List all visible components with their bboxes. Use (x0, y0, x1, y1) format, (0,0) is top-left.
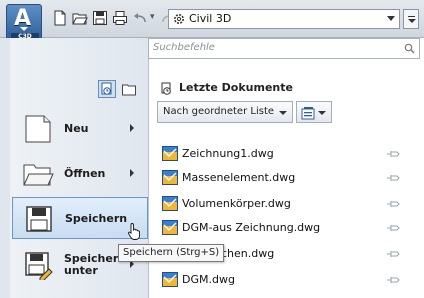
new-icon[interactable] (52, 10, 68, 26)
icons-view-icon (301, 106, 315, 120)
pin-icon[interactable] (386, 274, 400, 284)
application-menu-button[interactable]: A C3D (6, 4, 42, 41)
recent-view-toggle (98, 80, 140, 98)
workspace-label: Civil 3D (189, 12, 232, 25)
chevron-down-icon (279, 111, 287, 115)
sort-order-label: Nach geordneter Liste (163, 106, 275, 117)
recent-documents-toggle[interactable] (98, 80, 116, 98)
chevron-down-icon (408, 19, 416, 23)
tooltip: Speichern (Strg+S) (118, 244, 225, 262)
print-icon[interactable] (112, 10, 128, 26)
menu-item-new[interactable]: Neu (12, 108, 148, 150)
dwg-file-icon (162, 170, 178, 185)
recent-documents-icon (160, 82, 174, 96)
chevron-down-icon (387, 16, 395, 21)
open-documents-toggle[interactable] (120, 80, 138, 98)
recent-documents-title: Letzte Dokumente (179, 81, 293, 94)
save-disk-icon (23, 204, 55, 234)
menu-item-label: Neu (64, 122, 89, 135)
menu-item-label: Speichern unter (64, 252, 127, 277)
recent-file-row[interactable]: DGM-aus Zeichnung.dwg (160, 218, 420, 238)
save-as-icon (22, 250, 54, 282)
save-icon[interactable] (92, 10, 108, 26)
open-icon[interactable] (72, 10, 88, 26)
open-folder-icon (22, 159, 54, 189)
pin-icon[interactable] (386, 172, 400, 182)
recent-file-row[interactable]: DGM.dwg (160, 270, 420, 290)
menu-item-label: Öffnen (64, 167, 106, 180)
gear-icon (172, 12, 186, 26)
dwg-file-icon (162, 146, 178, 161)
pin-icon[interactable] (386, 198, 400, 208)
chevron-down-icon (318, 111, 326, 115)
hand-cursor-icon (128, 223, 141, 240)
file-name: Massenelement.dwg (182, 171, 296, 184)
file-name: Zeichnung1.dwg (182, 147, 274, 160)
quick-access-toolbar: A C3D ▾ Civil 3D (0, 0, 424, 41)
recent-file-row[interactable]: Volumenkörper.dwg (160, 194, 420, 214)
pin-icon[interactable] (386, 222, 400, 232)
menu-item-label: Speichern (65, 212, 128, 225)
chevron-down-icon (20, 27, 28, 31)
recent-file-row[interactable]: Zeichnung1.dwg (160, 144, 420, 164)
menu-bar-icon (408, 16, 415, 17)
dwg-file-icon (162, 196, 178, 211)
pin-icon[interactable] (386, 248, 400, 258)
file-name: DGM.dwg (182, 273, 235, 286)
chevron-right-icon (130, 124, 134, 132)
pin-icon[interactable] (386, 148, 400, 158)
dwg-file-icon (162, 220, 178, 235)
recent-file-row[interactable]: Massenelement.dwg (160, 168, 420, 188)
search-placeholder: Suchbefehle (153, 42, 215, 53)
search-icon (404, 43, 415, 54)
customize-toolbar-button[interactable] (403, 9, 419, 29)
chevron-right-icon (130, 169, 134, 177)
command-search[interactable]: Suchbefehle (148, 38, 420, 59)
display-mode-dropdown[interactable] (296, 101, 332, 123)
undo-icon[interactable] (132, 10, 148, 26)
workspace-selector[interactable]: Civil 3D (168, 9, 400, 29)
undo-dropdown-icon[interactable]: ▾ (150, 12, 155, 22)
file-name: Volumenkörper.dwg (182, 197, 291, 210)
new-document-icon (22, 114, 54, 144)
menu-item-open[interactable]: Öffnen (12, 153, 148, 195)
sort-order-dropdown[interactable]: Nach geordneter Liste (157, 101, 293, 123)
dwg-file-icon (162, 272, 178, 287)
file-name: DGM-aus Zeichnung.dwg (182, 221, 321, 234)
